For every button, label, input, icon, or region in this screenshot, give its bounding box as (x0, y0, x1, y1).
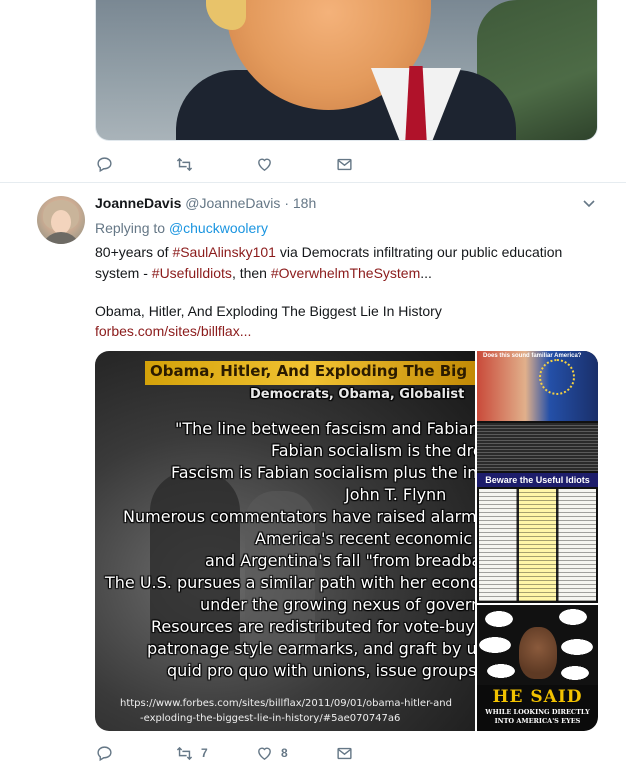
envelope-icon (335, 744, 353, 762)
image-text-line: under the growing nexus of govern (200, 595, 475, 614)
image-url-line: https://www.forbes.com/sites/billflax/20… (120, 698, 452, 709)
retweet-icon (175, 744, 193, 762)
replying-to-line: Replying to @chuckwoolery (95, 219, 268, 237)
heart-icon (255, 744, 273, 762)
reply-button[interactable] (95, 155, 175, 173)
retweet-icon (175, 155, 193, 173)
image-portrait (519, 627, 557, 679)
image-text-line: Numerous commentators have raised alarmi (123, 507, 475, 526)
image-banner: Beware the Useful Idiots (477, 473, 598, 487)
link-card-url[interactable]: forbes.com/sites/billflax... (95, 322, 251, 340)
tweet-text-part: ... (420, 265, 432, 281)
image-title: HE SAID (492, 687, 583, 707)
avatar-shoulders (41, 232, 81, 244)
reply-icon (95, 744, 113, 762)
envelope-icon (335, 155, 353, 173)
tweet-divider (0, 182, 626, 183)
image-text-line: John T. Flynn (345, 485, 447, 504)
hashtag-link[interactable]: #SaulAlinsky101 (172, 244, 276, 260)
eu-stars-ring (539, 359, 575, 395)
image-url-line: -exploding-the-biggest-lie-in-history/#5… (140, 713, 401, 724)
image-hair-region (206, 0, 246, 30)
retweet-button[interactable] (175, 155, 255, 173)
image-text-line: Fabian socialism is the dre (271, 441, 475, 460)
tweet-media-side-top[interactable]: Does this sound familiar America? Beware… (477, 351, 598, 603)
image-caption: WHILE LOOKING DIRECTLY INTO AMERICA'S EY… (485, 708, 590, 725)
tweet-media-side-bottom[interactable]: HE SAID WHILE LOOKING DIRECTLY INTO AMER… (477, 605, 598, 731)
image-text-line: The U.S. pursues a similar path with her… (105, 573, 475, 592)
image-text-block (477, 423, 598, 471)
link-card-title: Obama, Hitler, And Exploding The Biggest… (95, 303, 442, 319)
hashtag-link[interactable]: #Usefulldiots (152, 265, 232, 281)
like-count: 8 (281, 746, 288, 760)
display-name[interactable]: JoanneDavis (95, 195, 181, 211)
replying-to-mention[interactable]: @chuckwoolery (169, 220, 268, 236)
image-text-line: Resources are redistributed for vote-buy… (151, 617, 475, 636)
image-text-line: Fascism is Fabian socialism plus the in (171, 463, 475, 482)
hashtag-link[interactable]: #OverwhelmTheSystem (271, 265, 420, 281)
direct-message-button[interactable] (335, 155, 415, 173)
image-text-line: America's recent economic (255, 529, 473, 548)
image-text-line: patronage style earmarks, and graft by u… (147, 639, 475, 658)
previous-tweet-actions (95, 154, 415, 174)
heart-icon (255, 155, 273, 173)
chevron-down-icon[interactable] (582, 196, 596, 210)
tweet-timestamp[interactable]: 18h (293, 195, 316, 211)
image-text-line: Democrats, Obama, Globalist (250, 387, 465, 402)
separator-dot: · (284, 195, 289, 211)
image-photo-region (477, 351, 598, 421)
tweet-text: 80+years of #SaulAlinsky101 via Democrat… (95, 242, 605, 284)
tweet-media-main[interactable]: Obama, Hitler, And Exploding The Big Dem… (95, 351, 475, 731)
tweet-text-part: , then (231, 265, 271, 281)
user-handle[interactable]: @JoanneDavis (185, 195, 280, 211)
image-text-line: and Argentina's fall "from breadbasket (205, 551, 475, 570)
replying-prefix: Replying to (95, 220, 169, 236)
like-button[interactable] (255, 155, 335, 173)
reply-button[interactable] (95, 744, 175, 762)
image-text-line: "The line between fascism and Fabian so (175, 419, 475, 438)
tweet-header: JoanneDavis @JoanneDavis · 18h (95, 194, 316, 212)
avatar-face (51, 210, 71, 234)
reply-icon (95, 155, 113, 173)
like-button[interactable]: 8 (255, 744, 335, 762)
previous-tweet-image[interactable] (95, 0, 598, 141)
tweet-text-part: 80+years of (95, 244, 173, 260)
avatar[interactable] (37, 196, 85, 244)
retweet-count: 7 (201, 746, 208, 760)
image-heading: Does this sound familiar America? (483, 353, 582, 359)
image-text-line: Obama, Hitler, And Exploding The Big (150, 362, 468, 380)
image-text-line: quid pro quo with unions, issue groups a… (167, 661, 475, 680)
image-text-columns (479, 489, 596, 601)
retweet-button[interactable]: 7 (175, 744, 255, 762)
tweet-actions: 7 8 (95, 743, 415, 763)
direct-message-button[interactable] (335, 744, 415, 762)
